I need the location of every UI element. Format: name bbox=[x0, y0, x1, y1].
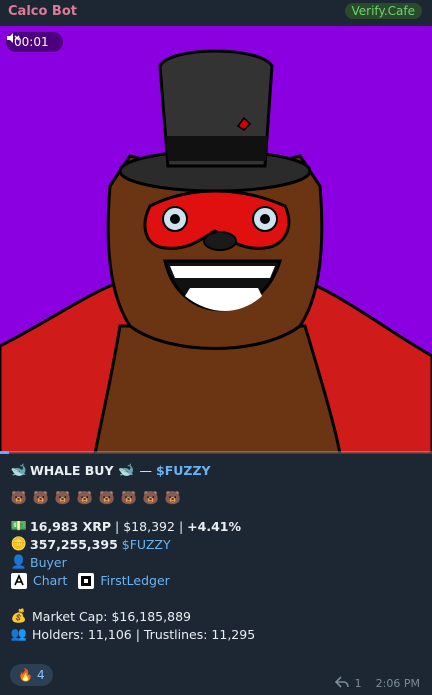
bear-emoji-row: 🐻 🐻 🐻 🐻 🐻 🐻 🐻 🐻 bbox=[10, 490, 422, 508]
tokens-symbol-link[interactable]: $FUZZY bbox=[122, 536, 171, 554]
title-text: WHALE BUY bbox=[30, 463, 114, 478]
title-row: 🐋 WHALE BUY 🐋 — $FUZZY bbox=[10, 462, 422, 480]
reply-count: 1 bbox=[354, 677, 362, 690]
message-bubble: Calco Bot Verify.Cafe 00:01 🐋 WHALE BUY … bbox=[0, 0, 432, 695]
whale-icon: 🐋 bbox=[118, 463, 135, 478]
bear-icon: 🐻 bbox=[142, 491, 160, 506]
coin-icon: 🪙 bbox=[10, 537, 28, 552]
sep: | bbox=[178, 519, 184, 534]
message-text: 🐋 WHALE BUY 🐋 — $FUZZY 🐻 🐻 🐻 🐻 🐻 🐻 🐻 🐻 💵 16,983… bbox=[10, 462, 422, 644]
firstledger-link[interactable]: FirstLedger bbox=[100, 572, 169, 590]
token-link[interactable]: $FUZZY bbox=[156, 462, 211, 480]
sender-name[interactable]: Calco Bot bbox=[8, 4, 77, 19]
video-preview[interactable]: 00:01 bbox=[0, 26, 432, 454]
users-icon: 👥 bbox=[10, 627, 28, 642]
bear-icon: 🐻 bbox=[164, 491, 182, 506]
price-change: +4.41% bbox=[187, 519, 241, 534]
tokens-row: 🪙 357,255,395 $FUZZY bbox=[10, 536, 422, 554]
message-time: 2:06 PM bbox=[375, 677, 420, 690]
bear-icon: 🐻 bbox=[120, 491, 138, 506]
fire-icon: 🔥 bbox=[18, 668, 33, 682]
buyer-row: 👤 Buyer bbox=[10, 554, 422, 572]
video-time-chip[interactable]: 00:01 bbox=[6, 32, 63, 52]
bear-icon: 🐻 bbox=[98, 491, 116, 506]
reaction-count: 4 bbox=[36, 668, 45, 682]
user-icon: 👤 bbox=[10, 555, 28, 570]
whale-icon: 🐋 bbox=[10, 463, 28, 478]
firstledger-icon bbox=[77, 573, 95, 589]
reply-icon[interactable] bbox=[334, 676, 349, 691]
chart-link[interactable]: Chart bbox=[33, 572, 67, 590]
title-separator: — bbox=[139, 463, 153, 478]
money-icon: 💵 bbox=[10, 519, 28, 534]
video-progress[interactable] bbox=[0, 451, 432, 454]
video-progress-fill bbox=[0, 451, 9, 454]
market-cap: Market Cap: $16,185,889 bbox=[32, 609, 191, 624]
sep: | bbox=[115, 519, 120, 534]
links-row: Chart FirstLedger bbox=[10, 572, 422, 590]
message-meta: 1 2:06 PM bbox=[334, 676, 420, 691]
buyer-link[interactable]: Buyer bbox=[30, 554, 67, 572]
amount-row: 💵 16,983 XRP | $18,392 | +4.41% bbox=[10, 518, 422, 536]
message-header: Calco Bot Verify.Cafe bbox=[0, 0, 432, 24]
holders-row: 👥 Holders: 11,106 | Trustlines: 11,295 bbox=[10, 626, 422, 644]
sender-badge: Verify.Cafe bbox=[344, 3, 422, 19]
money-bag-icon: 💰 bbox=[10, 609, 28, 624]
market-cap-row: 💰 Market Cap: $16,185,889 bbox=[10, 608, 422, 626]
bear-icon: 🐻 bbox=[10, 491, 28, 506]
bear-icon: 🐻 bbox=[32, 491, 50, 506]
chart-logo-icon bbox=[10, 573, 28, 589]
tokens-amount: 357,255,395 bbox=[30, 537, 118, 552]
bear-illustration bbox=[0, 26, 432, 454]
reaction-chip[interactable]: 🔥 4 bbox=[10, 664, 53, 686]
holders: Holders: 11,106 | Trustlines: 11,295 bbox=[32, 627, 256, 642]
amount-xrp: 16,983 XRP bbox=[30, 519, 112, 534]
amount-usd: $18,392 bbox=[123, 519, 175, 534]
bear-icon: 🐻 bbox=[76, 491, 94, 506]
bear-icon: 🐻 bbox=[54, 491, 72, 506]
